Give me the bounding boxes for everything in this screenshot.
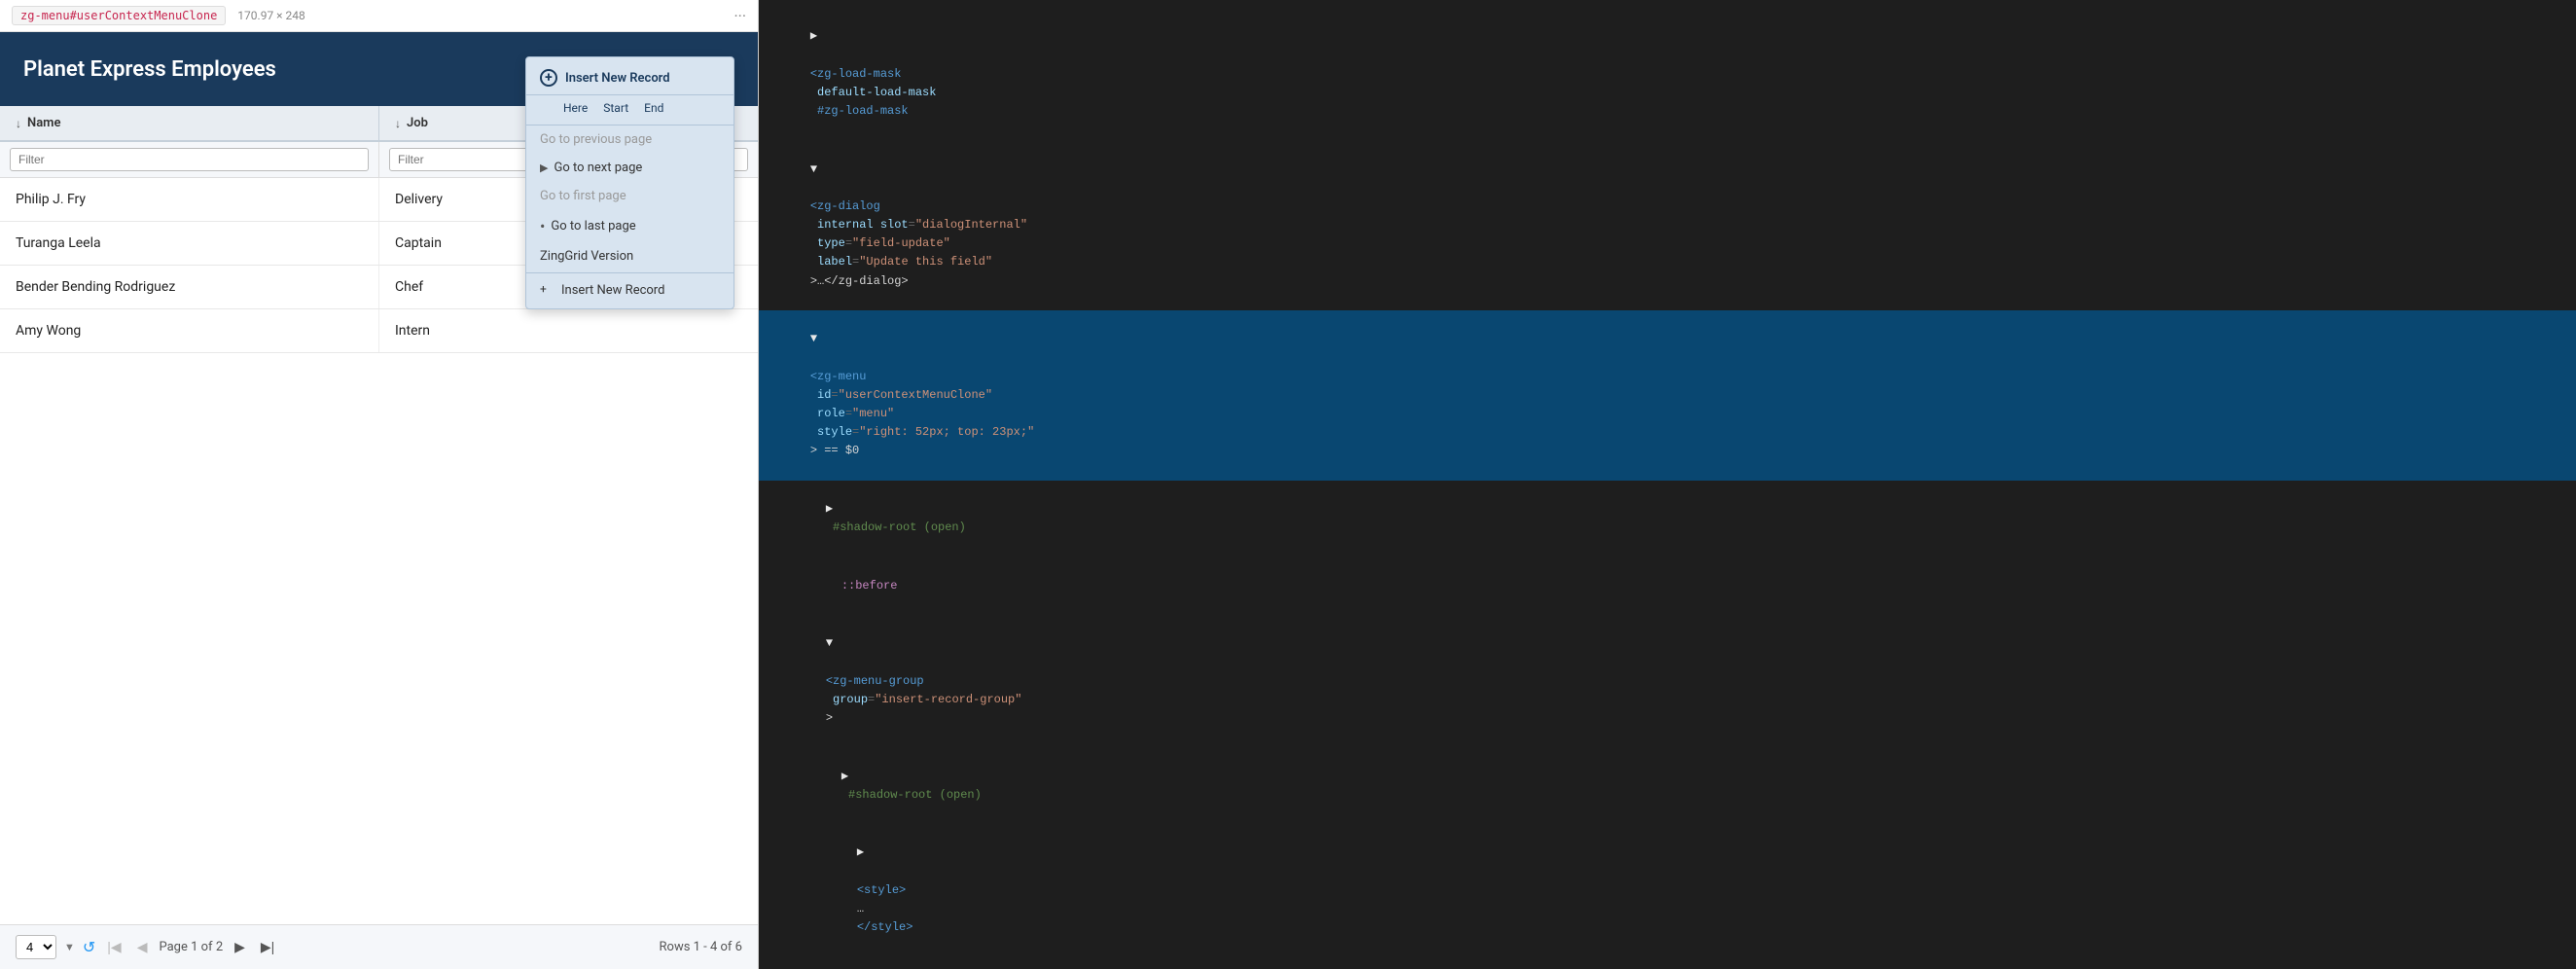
pagination-bar: 4 ▼ ↺ |◀ ◀ Page 1 of 2 ▶ ▶| Rows 1 - 4 o… <box>0 924 758 969</box>
menu-sub-items: Here Start End <box>526 95 733 126</box>
menu-item-first-page-label: Go to first page <box>540 189 626 203</box>
page-size-select[interactable]: 4 <box>16 935 56 959</box>
menu-item-last-page[interactable]: • Go to last page <box>526 210 733 242</box>
menu-item-next-page-left: ▶ Go to next page <box>540 161 642 175</box>
col-label-name: Name <box>27 116 60 130</box>
menu-item-next-page-label: Go to next page <box>554 161 642 175</box>
menu-sub-item-start[interactable]: Start <box>603 99 628 117</box>
table-row: Amy Wong Intern <box>0 309 758 353</box>
grid-title: Planet Express Employees <box>23 57 276 82</box>
element-dimensions: 170.97 × 248 <box>237 9 304 22</box>
devtools-line: ▶ #shadow-root (open) <box>759 747 2576 824</box>
next-page-button[interactable]: ▶ <box>231 937 249 957</box>
sort-arrow-name: ↓ <box>16 117 21 130</box>
page-info: Page 1 of 2 <box>159 940 223 954</box>
filter-input-name[interactable] <box>10 148 369 171</box>
plus-circle-icon-bottom: + <box>540 282 555 298</box>
menu-item-insert-bottom[interactable]: + Insert New Record <box>526 275 733 305</box>
devtools-panel: ▶ <zg-load-mask default-load-mask #zg-lo… <box>759 0 2576 969</box>
devtools-line: ▼ <zg-dialog internal slot="dialogIntern… <box>759 140 2576 310</box>
cell-name-1: Turanga Leela <box>0 222 379 265</box>
first-page-button[interactable]: |◀ <box>103 937 125 957</box>
menu-item-version-label: ZingGrid Version <box>540 249 633 264</box>
left-panel: zg-menu#userContextMenuClone 170.97 × 24… <box>0 0 759 969</box>
devtools-line: ▼ <zg-menu-group group="insert-record-gr… <box>759 615 2576 747</box>
plus-circle-icon: + <box>540 69 557 87</box>
menu-item-prev-page[interactable]: Go to previous page <box>526 126 733 154</box>
cell-name-3: Amy Wong <box>0 309 379 352</box>
devtools-line-selected[interactable]: ▼ <zg-menu id="userContextMenuClone" rol… <box>759 310 2576 481</box>
context-menu: + Insert New Record Here Start End Go to… <box>525 56 734 309</box>
menu-sub-item-end[interactable]: End <box>644 99 663 117</box>
last-page-button[interactable]: ▶| <box>257 937 278 957</box>
chevron-icon: ▶ <box>540 162 548 174</box>
menu-item-version[interactable]: ZingGrid Version <box>526 242 733 270</box>
devtools-line: ::before <box>759 556 2576 615</box>
menu-sub-item-here[interactable]: Here <box>563 99 588 117</box>
prev-page-button[interactable]: ◀ <box>133 937 152 957</box>
menu-item-insert-bottom-label: Insert New Record <box>561 283 664 298</box>
menu-item-prev-page-label: Go to previous page <box>540 132 652 147</box>
cell-name-0: Philip J. Fry <box>0 178 379 221</box>
devtools-line: ▶ <style> … </style> <box>759 824 2576 956</box>
devtools-line: ▶ <zg-icon name="createrecord" slot="zgM… <box>759 956 2576 969</box>
devtools-line: ▶ <zg-load-mask default-load-mask #zg-lo… <box>759 8 2576 140</box>
bullet-icon: • <box>540 217 545 235</box>
cell-name-2: Bender Bending Rodriguez <box>0 266 379 308</box>
menu-item-first-page[interactable]: Go to first page <box>526 182 733 210</box>
menu-separator <box>526 272 733 273</box>
devtools-line: ▶ #shadow-root (open) <box>759 481 2576 557</box>
more-options-icon[interactable]: ··· <box>733 7 746 25</box>
page-size-arrow: ▼ <box>64 941 75 953</box>
cell-job-3: Intern <box>379 309 758 352</box>
filter-cell-name <box>0 142 379 177</box>
sort-arrow-job: ↓ <box>395 117 401 130</box>
rows-info: Rows 1 - 4 of 6 <box>660 940 742 954</box>
col-label-job: Job <box>407 116 428 130</box>
tooltip-bar: zg-menu#userContextMenuClone 170.97 × 24… <box>0 0 758 32</box>
element-tag: zg-menu#userContextMenuClone <box>12 6 226 25</box>
insert-record-label: Insert New Record <box>565 71 670 86</box>
menu-item-next-page[interactable]: ▶ Go to next page <box>526 154 733 182</box>
menu-item-last-page-left: • Go to last page <box>540 217 636 235</box>
refresh-button[interactable]: ↺ <box>83 938 95 957</box>
col-header-name[interactable]: ↓ Name <box>0 106 379 140</box>
menu-group-header-insert[interactable]: + Insert New Record <box>526 61 733 95</box>
menu-item-last-page-label: Go to last page <box>551 219 635 233</box>
